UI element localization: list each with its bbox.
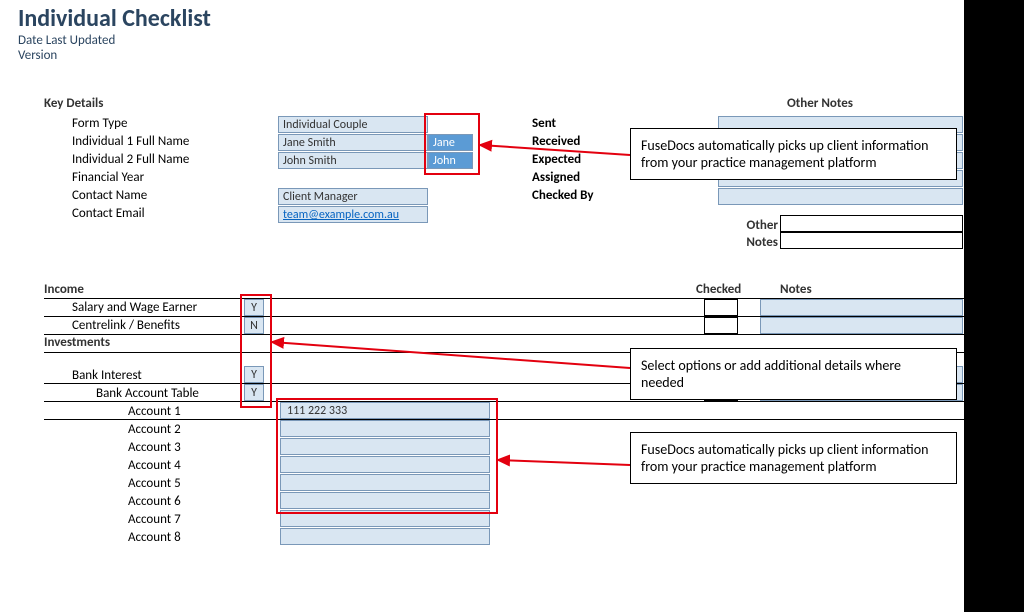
label-ind2: Individual 2 Full Name bbox=[72, 152, 189, 167]
value-account-4[interactable] bbox=[280, 456, 490, 473]
value-account-7[interactable] bbox=[280, 510, 490, 527]
tag-ind1: Jane bbox=[428, 134, 473, 151]
label-account-1: Account 1 bbox=[128, 404, 181, 419]
label-account-6: Account 6 bbox=[128, 494, 181, 509]
label-account-8: Account 8 bbox=[128, 530, 181, 545]
cell-contact-email[interactable]: team@example.com.au bbox=[278, 206, 428, 223]
notes-centrelink[interactable] bbox=[760, 317, 963, 334]
status-sent-label: Sent bbox=[528, 116, 556, 131]
checked-centrelink[interactable] bbox=[704, 317, 738, 334]
page-title: Individual Checklist bbox=[18, 4, 1024, 33]
label-form-type: Form Type bbox=[72, 116, 127, 131]
status-expected-label: Expected bbox=[528, 152, 581, 167]
investments-heading: Investments bbox=[44, 335, 110, 350]
value-account-5[interactable] bbox=[280, 474, 490, 491]
tag-ind2: John bbox=[428, 152, 473, 169]
notes-header: Notes bbox=[780, 282, 812, 297]
arrow-to-yn bbox=[272, 342, 630, 368]
other-label: Other bbox=[738, 218, 778, 233]
label-account-5: Account 5 bbox=[128, 476, 181, 491]
cell-form-type[interactable]: Individual Couple bbox=[278, 116, 428, 133]
checked-salary[interactable] bbox=[704, 299, 738, 316]
value-bank-interest[interactable]: Y bbox=[244, 366, 264, 383]
status-received-label: Received bbox=[528, 134, 580, 149]
other-notes-5[interactable] bbox=[718, 188, 963, 205]
value-account-3[interactable] bbox=[280, 438, 490, 455]
other-notes-header: Other Notes bbox=[740, 96, 900, 111]
label-contact-email: Contact Email bbox=[72, 206, 145, 221]
page-right-edge bbox=[964, 0, 1024, 612]
arrow-to-accounts bbox=[498, 460, 630, 465]
label-account-4: Account 4 bbox=[128, 458, 181, 473]
callout-client-info-top: FuseDocs automatically picks up client i… bbox=[630, 128, 957, 180]
value-salary[interactable]: Y bbox=[244, 299, 264, 316]
callout-select-options: Select options or add additional details… bbox=[630, 348, 957, 400]
notes-value[interactable] bbox=[780, 232, 963, 249]
cell-ind1[interactable]: Jane Smith bbox=[278, 134, 428, 151]
notes-label: Notes bbox=[738, 235, 778, 250]
value-bank-acct-table[interactable]: Y bbox=[244, 384, 264, 401]
value-account-6[interactable] bbox=[280, 492, 490, 509]
label-account-3: Account 3 bbox=[128, 440, 181, 455]
label-account-7: Account 7 bbox=[128, 512, 181, 527]
other-value[interactable] bbox=[780, 215, 963, 232]
value-account-1[interactable]: 111 222 333 bbox=[280, 402, 490, 419]
label-bank-interest: Bank Interest bbox=[72, 368, 142, 383]
value-account-2[interactable] bbox=[280, 420, 490, 437]
cell-ind2[interactable]: John Smith bbox=[278, 152, 428, 169]
label-account-2: Account 2 bbox=[128, 422, 181, 437]
notes-salary[interactable] bbox=[760, 299, 963, 316]
value-account-8[interactable] bbox=[280, 528, 490, 545]
label-centrelink: Centrelink / Benefits bbox=[72, 318, 180, 333]
label-contact-name: Contact Name bbox=[72, 188, 147, 203]
label-salary: Salary and Wage Earner bbox=[72, 300, 197, 315]
status-assigned-label: Assigned bbox=[528, 170, 580, 185]
label-fin-year: Financial Year bbox=[72, 170, 144, 185]
status-checkedby-label: Checked By bbox=[528, 188, 594, 203]
date-last-updated-label: Date Last Updated bbox=[18, 33, 1024, 48]
income-heading: Income bbox=[44, 282, 84, 297]
version-label: Version bbox=[18, 48, 1024, 63]
value-centrelink[interactable]: N bbox=[244, 317, 264, 334]
checked-header: Checked bbox=[696, 282, 741, 297]
callout-client-info-bottom: FuseDocs automatically picks up client i… bbox=[630, 432, 957, 484]
label-bank-acct-table: Bank Account Table bbox=[96, 386, 199, 401]
key-details-heading: Key Details bbox=[44, 96, 103, 111]
cell-contact-name[interactable]: Client Manager bbox=[278, 188, 428, 205]
label-ind1: Individual 1 Full Name bbox=[72, 134, 189, 149]
